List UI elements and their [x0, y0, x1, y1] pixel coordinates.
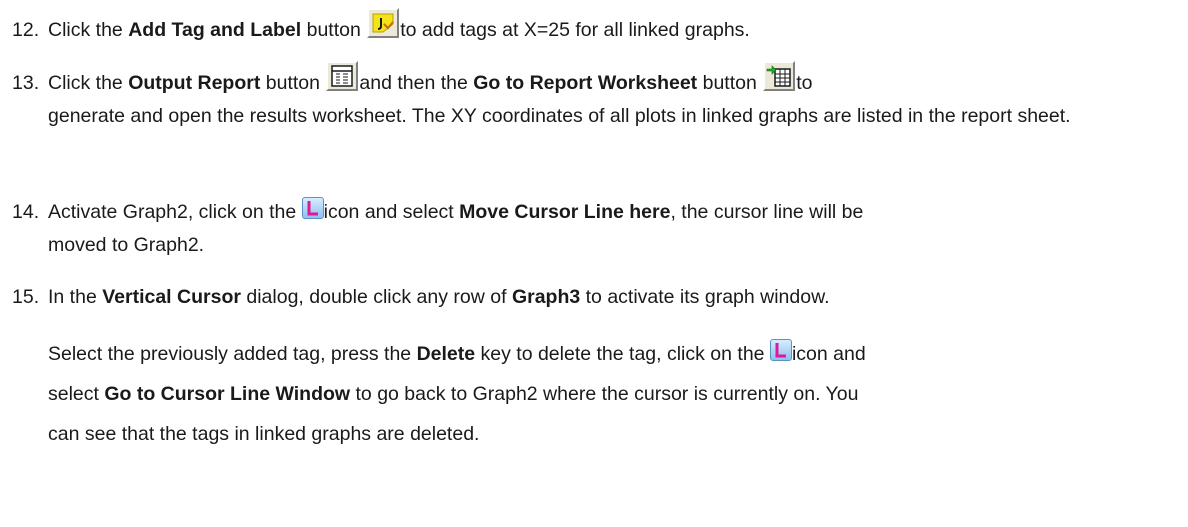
step-text: button	[260, 72, 326, 94]
ui-term: Graph3	[511, 286, 581, 308]
para-text: to go back to Graph2 where the cursor is…	[350, 383, 859, 405]
add-tag-label-icon	[367, 8, 400, 38]
step-15-paragraph: Select the previously added tag, press t…	[12, 334, 1172, 454]
step-number: 13.	[12, 72, 40, 94]
step-text: In the	[48, 286, 103, 308]
para-text: key to delete the tag, click on the	[475, 343, 770, 365]
ui-term: Output Report	[128, 72, 261, 94]
ui-term: Vertical Cursor	[102, 286, 241, 308]
step-text: button	[697, 72, 763, 94]
step-continuation: generate and open the results worksheet.…	[48, 105, 1071, 127]
ui-term: Go to Cursor Line Window	[104, 383, 351, 405]
ui-term: Add Tag and Label	[128, 19, 302, 41]
step-12: 12. Click the Add Tag and Label button to…	[12, 8, 1172, 47]
step-number: 12.	[12, 19, 40, 41]
step-text: Click the	[48, 19, 129, 41]
cursor-line-L-icon	[301, 197, 324, 219]
ui-term: Go to Report Worksheet	[473, 72, 698, 94]
step-number: 14.	[12, 201, 40, 223]
instruction-document: 12. Click the Add Tag and Label button to…	[0, 0, 1188, 527]
para-text: Select the previously added tag, press t…	[48, 343, 417, 365]
ui-term: Delete	[416, 343, 476, 365]
output-report-icon	[326, 61, 359, 91]
step-text: icon and select	[323, 201, 460, 223]
para-text: select	[48, 383, 105, 405]
step-15: 15. In the Vertical Cursor dialog, double…	[12, 281, 1172, 314]
step-text: dialog, double click any row of	[240, 286, 512, 308]
step-text: to	[796, 72, 813, 94]
step-text: , the cursor line will be	[670, 201, 864, 223]
ui-term: Move Cursor Line here	[459, 201, 671, 223]
step-text: and then the	[359, 72, 474, 94]
step-continuation: moved to Graph2.	[48, 234, 205, 256]
step-text: to add tags at X=25 for all linked graph…	[400, 19, 750, 41]
step-number: 15.	[12, 286, 40, 308]
step-text: Click the	[48, 72, 129, 94]
step-text: Activate Graph2, click on the	[48, 201, 302, 223]
paragraph-line-1: Select the previously added tag, press t…	[12, 334, 1172, 374]
paragraph-line-2: select Go to Cursor Line Window to go ba…	[12, 374, 1172, 414]
step-text: to activate its graph window.	[580, 286, 830, 308]
step-13: 13. Click the Output Report button and th…	[12, 61, 1172, 133]
cursor-line-L-icon	[769, 339, 792, 361]
para-text: icon and	[791, 343, 866, 365]
step-text: button	[301, 19, 367, 41]
go-to-report-worksheet-icon	[763, 61, 796, 91]
paragraph-line-3: can see that the tags in linked graphs a…	[48, 423, 480, 445]
step-14: 14. Activate Graph2, click on the icon an…	[12, 196, 1172, 262]
